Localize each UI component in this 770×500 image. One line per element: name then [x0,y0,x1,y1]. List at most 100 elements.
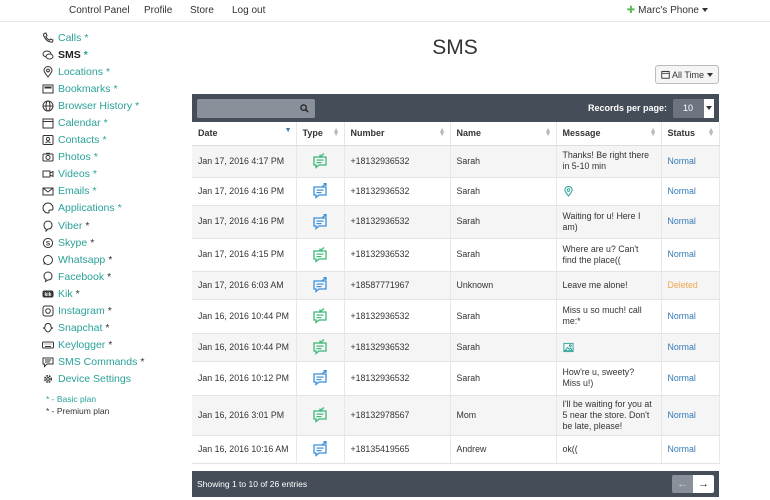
sidebar-item-whatsapp[interactable]: Whatsapp * [42,251,182,268]
sidebar-item-skype[interactable]: S Skype * [42,234,182,251]
sidebar-item-label: Instagram [58,305,105,318]
sidebar-item-bookmarks[interactable]: Bookmarks * [42,80,182,97]
cell-name: Sarah [450,205,557,239]
sidebar-item-snapchat[interactable]: Snapchat * [42,320,182,337]
cell-message: ok(( [556,435,662,464]
sidebar-item-device-settings[interactable]: Device Settings [42,371,182,388]
sidebar-item-facebook[interactable]: Facebook * [42,268,182,285]
sidebar-item-calendar[interactable]: Calendar * [42,114,182,131]
sort-icon: ▲ ▼ [544,127,552,138]
sidebar-item-keylogger[interactable]: Keylogger * [42,337,182,354]
page-title: SMS [432,36,478,59]
records-per-page-select[interactable]: 10 [673,98,714,118]
sidebar-item-viber[interactable]: Viber * [42,217,182,234]
table-row[interactable]: Jan 16, 2016 10:16 AM +18135419565 Andrew o… [192,435,720,464]
nav-profile[interactable]: Profile [144,5,172,16]
sidebar-item-applications[interactable]: Applications * [42,200,182,217]
cell-status: Normal [661,177,720,206]
cell-date: Jan 17, 2016 6:03 AM [192,271,297,300]
cell-type [296,177,345,206]
sidebar-item-browser-history[interactable]: Browser History * [42,97,182,114]
search-icon [300,103,309,113]
image-icon[interactable] [562,342,655,353]
legend-premium: * - Premium plan [46,405,110,416]
column-header-message[interactable]: Message ▲ ▼ [556,122,662,146]
column-header-number[interactable]: Number ▲ ▼ [344,122,451,146]
cell-status: Normal [661,361,720,396]
table-row[interactable]: Jan 17, 2016 4:16 PM +18132936532 Sarah Nor… [192,177,720,206]
cell-number: +18132936532 [344,205,451,239]
time-filter-dropdown[interactable]: All Time [655,65,719,84]
table-row[interactable]: Jan 17, 2016 4:17 PM +18132936532 Sarah Tha… [192,145,720,178]
sidebar-item-locations[interactable]: Locations * [42,63,182,80]
sms-table: Date ▼ Type ▲ ▼ Number ▲ ▼ Name ▲ ▼ Message ▲ ▼ Status… [192,122,720,464]
table-row[interactable]: Jan 16, 2016 10:44 PM +18132936532 Sarah No… [192,333,720,362]
sidebar-item-sms[interactable]: SMS * [42,46,182,63]
sidebar: Calls * SMS * Locations * Bookmarks * Browser Hi… [42,29,182,418]
plan-marker: * [107,270,112,283]
cell-name: Andrew [450,435,557,464]
cell-number: +18132936532 [344,238,451,272]
plan-marker: * [83,48,88,61]
sidebar-item-photos[interactable]: Photos * [42,149,182,166]
sidebar-item-label: Browser History [58,99,133,112]
plan-marker: * [92,168,98,181]
table-row[interactable]: Jan 16, 2016 10:44 PM +18132936532 Sarah Mi… [192,299,720,334]
column-header-type[interactable]: Type ▲ ▼ [296,122,345,146]
nav-logout[interactable]: Log out [232,5,265,16]
column-header-status[interactable]: Status ▲ ▼ [661,122,720,146]
sidebar-item-label: Emails [58,185,90,198]
location-pin-icon[interactable] [563,185,655,197]
incoming-sms-icon [303,339,338,355]
next-page-button[interactable]: → [693,475,714,493]
sidebar-item-contacts[interactable]: Contacts * [42,132,182,149]
sidebar-item-label: SMS Commands [58,356,138,369]
chat-lines-icon [42,356,54,369]
outgoing-sms-icon [303,277,338,293]
chat-icon [42,49,54,61]
column-header-label: Status [667,128,696,139]
nav-control-panel[interactable]: Control Panel [69,5,130,16]
sidebar-item-kik[interactable]: kik Kik * [42,285,182,302]
cell-message: I'll be waiting for you at 5 near the st… [556,395,662,436]
sidebar-item-videos[interactable]: Videos * [42,166,182,183]
cell-name: Sarah [450,238,557,272]
sidebar-item-instagram[interactable]: Instagram * [42,303,182,320]
plan-marker: * [135,99,140,112]
search-input[interactable] [197,98,315,118]
time-filter-label: All Time [671,69,704,80]
caret-down-icon [704,98,714,118]
table-row[interactable]: Jan 16, 2016 10:12 PM +18132936532 Sarah Ho… [192,361,720,396]
cell-type [296,333,345,362]
table-row[interactable]: Jan 17, 2016 4:15 PM +18132936532 Sarah Whe… [192,238,720,272]
cell-name: Sarah [450,177,557,206]
prev-page-button[interactable]: ← [672,475,693,493]
phone-icon [42,31,54,44]
nav-store[interactable]: Store [190,5,214,16]
entries-info: Showing 1 to 10 of 26 entries [197,479,308,489]
sidebar-item-label: Snapchat [58,322,103,335]
plan-marker: * [140,356,145,369]
sidebar-item-calls[interactable]: Calls * [42,29,182,46]
plan-marker: * [92,185,97,198]
table-row[interactable]: Jan 16, 2016 3:01 PM +18132978567 Mom I'll … [192,395,720,436]
incoming-sms-icon [303,246,338,263]
table-row[interactable]: Jan 17, 2016 4:16 PM +18132936532 Sarah Wai… [192,205,720,239]
sidebar-item-label: Keylogger [58,339,106,352]
cell-message [556,177,662,206]
cell-type [296,395,345,436]
device-dropdown[interactable]: ✚ Marc's Phone [627,5,708,16]
sidebar-item-emails[interactable]: Emails * [42,183,182,200]
sidebar-item-sms-commands[interactable]: SMS Commands * [42,354,182,371]
column-header-date[interactable]: Date ▼ [192,122,297,146]
sms-table-panel: Records per page: 10 Date ▼ Type ▲ ▼ Number ▲ ▼… [192,94,720,497]
table-row[interactable]: Jan 17, 2016 6:03 AM +18587771967 Unknown L… [192,271,720,300]
cell-status: Normal [661,145,720,178]
sidebar-item-label: Skype [58,236,88,249]
incoming-sms-icon [303,308,338,324]
cell-name: Sarah [450,299,557,334]
table-footer: Showing 1 to 10 of 26 entries ← → [192,471,719,497]
column-header-name[interactable]: Name ▲ ▼ [450,122,557,146]
sidebar-item-label: Contacts [58,134,100,147]
sort-icon: ▲ ▼ [707,127,715,138]
